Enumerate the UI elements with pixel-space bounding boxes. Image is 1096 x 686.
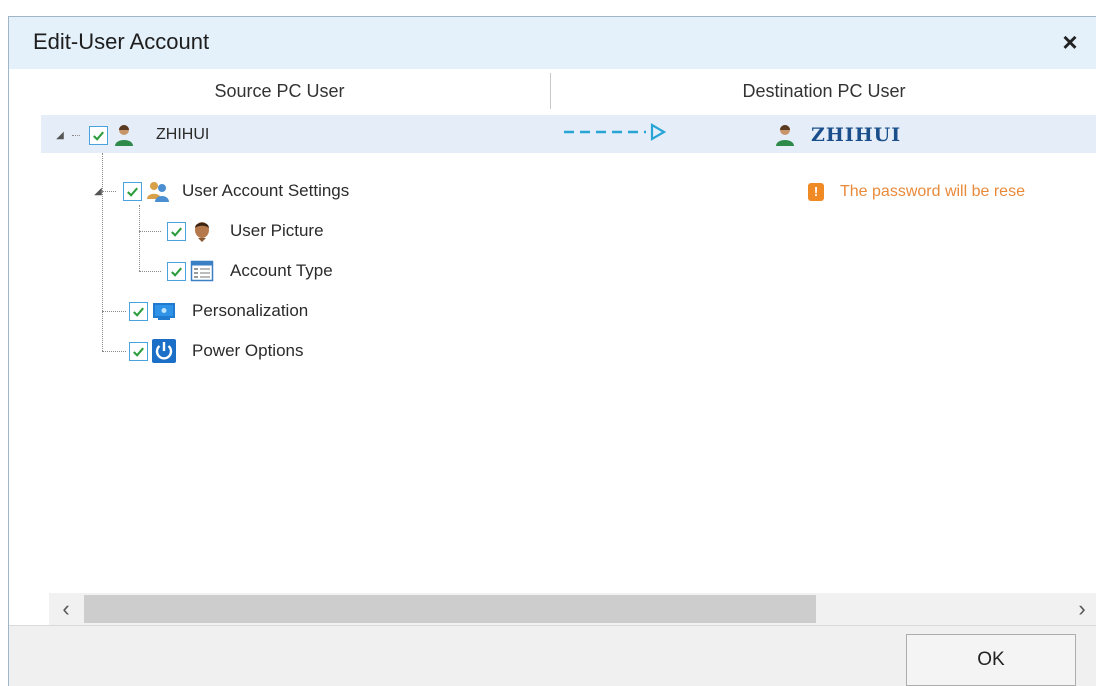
account-type-icon [190, 259, 214, 283]
user-picture-icon [190, 219, 214, 243]
tree-row-power-options[interactable]: Power Options [129, 333, 304, 369]
tree-label: User Account Settings [182, 181, 350, 200]
scrollbar-thumb[interactable] [84, 595, 816, 623]
ok-button[interactable]: OK [906, 634, 1076, 686]
warning-text: The password will be rese [840, 183, 1025, 200]
tree-line [139, 231, 161, 232]
user-icon [773, 123, 797, 147]
tree-row-account-type[interactable]: Account Type [167, 253, 333, 289]
power-icon [152, 339, 176, 363]
migration-arrow-icon [564, 123, 667, 141]
tree-row-user-account-settings[interactable]: ◢ User Account Settings [93, 173, 349, 209]
tree-line [139, 205, 140, 271]
title-bar: Edit-User Account × [9, 17, 1096, 69]
scroll-left-icon[interactable]: ‹ [53, 593, 79, 625]
tree-label-root: ZHIHUI [156, 126, 210, 143]
destination-column-header: Destination PC User [742, 81, 906, 101]
tree-label: Personalization [192, 301, 309, 320]
tree-row-personalization[interactable]: Personalization [129, 293, 308, 329]
horizontal-scrollbar[interactable]: ‹ › [49, 593, 1096, 625]
close-icon[interactable]: × [1055, 27, 1085, 57]
edit-user-account-dialog: Edit-User Account × Source PC User Desti… [8, 16, 1096, 686]
monitor-icon [152, 299, 176, 323]
collapse-arrow-icon[interactable]: ◢ [93, 186, 103, 197]
checkbox-user-account-settings[interactable] [123, 181, 142, 201]
tree-line [102, 311, 126, 312]
checkbox-personalization[interactable] [129, 301, 148, 321]
checkbox-user-picture[interactable] [167, 221, 186, 241]
collapse-arrow-icon[interactable]: ◢ [55, 130, 65, 141]
dialog-title: Edit-User Account [33, 29, 210, 54]
checkbox-account-type[interactable] [167, 261, 186, 281]
scroll-right-icon[interactable]: › [1069, 593, 1095, 625]
tree-label: User Picture [230, 221, 324, 240]
tree-label: Account Type [230, 261, 333, 280]
tree-label: Power Options [192, 341, 304, 360]
checkbox-power-options[interactable] [129, 341, 148, 361]
source-column-header: Source PC User [214, 81, 345, 101]
users-icon [146, 179, 170, 203]
tree-line [139, 271, 161, 272]
dialog-footer: OK [9, 625, 1096, 686]
tree-row-root[interactable]: ◢ ZHIHUI [55, 117, 209, 153]
password-warning: ! The password will be rese [808, 180, 1025, 204]
tree-row-user-picture[interactable]: User Picture [167, 213, 324, 249]
warning-icon: ! [808, 183, 824, 201]
destination-user: ZHIHUI [773, 121, 901, 149]
checkbox-root[interactable] [89, 125, 108, 145]
user-icon [112, 123, 136, 147]
tree-line [102, 351, 126, 352]
destination-user-name: ZHIHUI [811, 124, 902, 146]
